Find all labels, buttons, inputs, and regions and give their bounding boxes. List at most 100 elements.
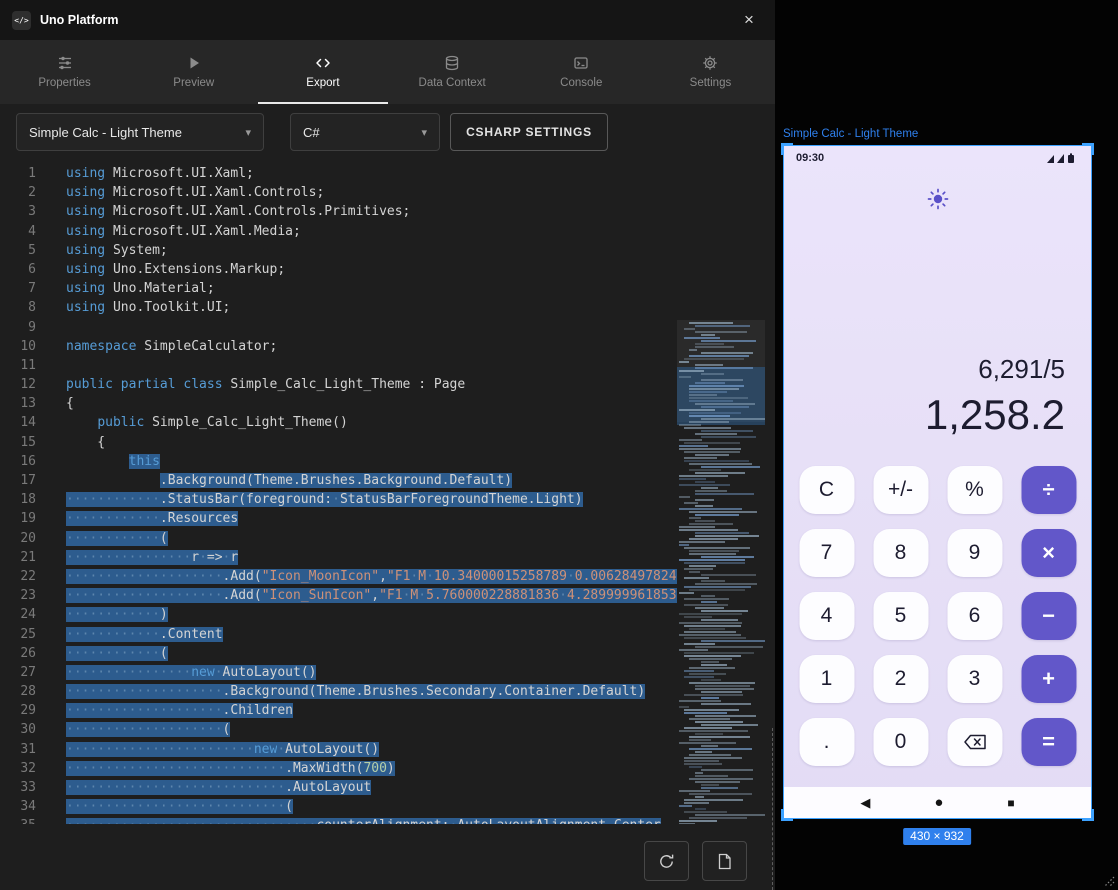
code-text[interactable]: public partial class Simple_Calc_Light_T… — [36, 375, 465, 394]
code-text[interactable] — [36, 356, 66, 375]
key-8[interactable]: 8 — [873, 529, 928, 577]
selection-handle-top-left[interactable] — [781, 143, 793, 155]
code-text[interactable]: ································counterA… — [36, 816, 661, 824]
key-C[interactable]: C — [799, 466, 854, 514]
tab-settings[interactable]: Settings — [646, 40, 775, 104]
code-text[interactable]: ············( — [36, 644, 168, 663]
code-text[interactable]: ················r·=>·r — [36, 548, 238, 567]
minimap[interactable] — [677, 320, 765, 824]
nav-recents-button[interactable]: ■ — [1007, 796, 1014, 810]
key-+[interactable]: + — [1021, 655, 1076, 703]
code-text[interactable]: using System; — [36, 241, 168, 260]
code-editor[interactable]: 1using Microsoft.UI.Xaml;2using Microsof… — [0, 160, 775, 824]
refresh-button[interactable] — [644, 841, 689, 881]
code-text[interactable]: ····························( — [36, 797, 293, 816]
code-text[interactable]: using Uno.Material; — [36, 279, 215, 298]
csharp-settings-button[interactable]: CSHARP SETTINGS — [450, 113, 608, 151]
nav-home-button[interactable]: ● — [934, 794, 943, 811]
code-lines: 1using Microsoft.UI.Xaml;2using Microsof… — [0, 164, 775, 824]
language-selector-dropdown[interactable]: C# ▾ — [290, 113, 440, 151]
key-÷[interactable]: ÷ — [1021, 466, 1076, 514]
phone-artboard[interactable]: 09:30 6,291/5 — [784, 146, 1091, 818]
key-9[interactable]: 9 — [947, 529, 1002, 577]
key-0[interactable]: 0 — [873, 718, 928, 766]
key-6[interactable]: 6 — [947, 592, 1002, 640]
code-text[interactable]: public Simple_Calc_Light_Theme() — [36, 413, 348, 432]
code-text[interactable]: ····················.Add("Icon_SunIcon",… — [36, 586, 684, 605]
code-text[interactable]: ············( — [36, 529, 168, 548]
code-text[interactable]: ················new·AutoLayout() — [36, 663, 316, 682]
selection-handle-bottom-right[interactable] — [1082, 809, 1094, 821]
code-line: 28····················.Background(Theme.… — [0, 682, 775, 701]
line-number: 11 — [0, 356, 36, 375]
artboard-label[interactable]: Simple Calc - Light Theme — [783, 128, 918, 140]
line-number: 23 — [0, 586, 36, 605]
code-text[interactable]: { — [36, 433, 105, 452]
theme-toggle-button[interactable] — [925, 186, 951, 215]
code-line: 31························new·AutoLayout… — [0, 740, 775, 759]
key-2[interactable]: 2 — [873, 655, 928, 703]
code-text[interactable]: ····················( — [36, 720, 230, 739]
code-text[interactable]: ····················.Children — [36, 701, 293, 720]
code-text[interactable]: this — [36, 452, 160, 471]
screen: </> Uno Platform × Properties Preview — [0, 0, 1118, 890]
android-nav-bar: ◀ ● ■ — [784, 787, 1091, 818]
selection-handle-top-right[interactable] — [1082, 143, 1094, 155]
panel-divider[interactable] — [772, 728, 773, 890]
code-text[interactable]: ············.Content — [36, 625, 223, 644]
export-file-button[interactable] — [702, 841, 747, 881]
key-%[interactable]: % — [947, 466, 1002, 514]
code-line: 25············.Content — [0, 625, 775, 644]
tab-console[interactable]: Console — [517, 40, 646, 104]
code-text[interactable]: .Background(Theme.Brushes.Background.Def… — [36, 471, 512, 490]
code-text[interactable]: ············) — [36, 605, 168, 624]
key-7[interactable]: 7 — [799, 529, 854, 577]
minimap-lines — [679, 322, 763, 824]
code-text[interactable]: ························new·AutoLayout() — [36, 740, 379, 759]
key-+/-[interactable]: +/- — [873, 466, 928, 514]
code-line: 1using Microsoft.UI.Xaml; — [0, 164, 775, 183]
tab-preview[interactable]: Preview — [129, 40, 258, 104]
line-number: 25 — [0, 625, 36, 644]
code-line: 35································counte… — [0, 816, 775, 824]
code-text[interactable]: ····················.Background(Theme.Br… — [36, 682, 645, 701]
line-number: 8 — [0, 298, 36, 317]
key-−[interactable]: − — [1021, 592, 1076, 640]
page-selector-dropdown[interactable]: Simple Calc - Light Theme ▾ — [16, 113, 264, 151]
code-text[interactable]: using Microsoft.UI.Xaml.Media; — [36, 222, 301, 241]
nav-back-button[interactable]: ◀ — [860, 795, 870, 811]
key-×[interactable]: × — [1021, 529, 1076, 577]
code-text[interactable]: using Uno.Extensions.Markup; — [36, 260, 285, 279]
bottom-bar — [0, 824, 775, 890]
key-5[interactable]: 5 — [873, 592, 928, 640]
code-text[interactable]: using Microsoft.UI.Xaml; — [36, 164, 254, 183]
line-number: 3 — [0, 202, 36, 221]
code-text[interactable]: using Microsoft.UI.Xaml.Controls; — [36, 183, 324, 202]
close-button[interactable]: × — [735, 6, 763, 34]
code-text[interactable]: namespace SimpleCalculator; — [36, 337, 277, 356]
window-resize-grip[interactable] — [1101, 873, 1115, 887]
key-4[interactable]: 4 — [799, 592, 854, 640]
key-.[interactable]: . — [799, 718, 854, 766]
code-text[interactable]: ····················.Add("Icon_MoonIcon"… — [36, 567, 684, 586]
key-3[interactable]: 3 — [947, 655, 1002, 703]
code-line: 5using System; — [0, 241, 775, 260]
tab-properties[interactable]: Properties — [0, 40, 129, 104]
code-text[interactable]: { — [36, 394, 74, 413]
code-text[interactable]: ············.Resources — [36, 509, 238, 528]
app-title: Uno Platform — [40, 13, 118, 27]
code-text[interactable] — [36, 318, 66, 337]
code-text[interactable]: ····························.AutoLayout — [36, 778, 371, 797]
tab-data-context[interactable]: Data Context — [388, 40, 517, 104]
key-=[interactable]: = — [1021, 718, 1076, 766]
key-1[interactable]: 1 — [799, 655, 854, 703]
code-line: 11 — [0, 356, 775, 375]
code-text[interactable]: ····························.MaxWidth(70… — [36, 759, 395, 778]
key-backspace[interactable] — [947, 718, 1002, 766]
selection-handle-bottom-left[interactable] — [781, 809, 793, 821]
code-text[interactable]: using Uno.Toolkit.UI; — [36, 298, 230, 317]
code-text[interactable]: ············.StatusBar(foreground:·Statu… — [36, 490, 583, 509]
preview-canvas[interactable]: Simple Calc - Light Theme 09:30 — [775, 0, 1118, 890]
tab-export[interactable]: Export — [258, 40, 387, 104]
code-text[interactable]: using Microsoft.UI.Xaml.Controls.Primiti… — [36, 202, 410, 221]
